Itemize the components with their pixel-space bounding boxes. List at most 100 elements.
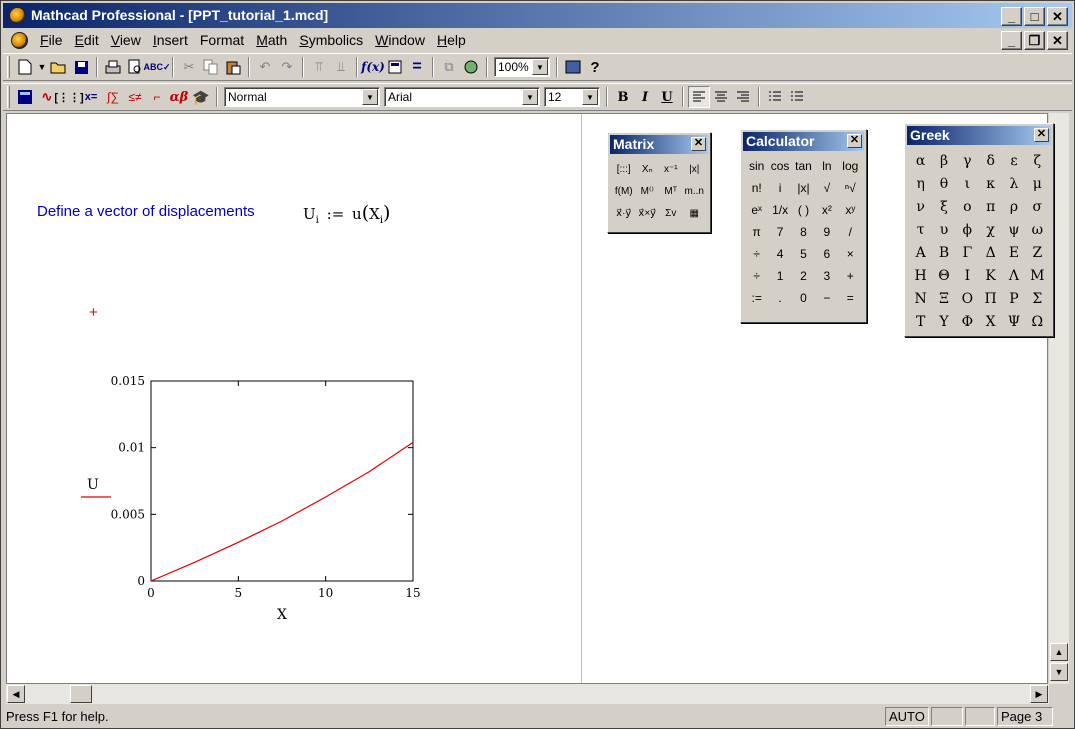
scroll-right-icon[interactable]: ▶	[1030, 685, 1048, 703]
calculator-op-button-22[interactable]: 5	[792, 243, 815, 265]
greek-letter-button-31[interactable]: Θ	[932, 264, 955, 287]
definition-equation[interactable]: Ui := u(Xi)	[303, 202, 390, 226]
calculator-op-button-3[interactable]: ln	[815, 155, 838, 177]
menu-math[interactable]: Math	[250, 30, 293, 50]
horizontal-scroll-thumb[interactable]	[70, 685, 92, 703]
calculus-palette-icon[interactable]: ∫∑	[102, 86, 124, 108]
calculator-op-button-24[interactable]: ×	[839, 243, 862, 265]
numbered-list-icon[interactable]	[786, 86, 808, 108]
calculator-palette-icon[interactable]	[14, 86, 36, 108]
greek-letter-button-4[interactable]: ε	[1002, 149, 1025, 172]
bold-button[interactable]: B	[612, 86, 634, 108]
greek-letter-button-11[interactable]: μ	[1026, 172, 1049, 195]
greek-palette-title[interactable]: Greek ✕	[907, 126, 1051, 145]
greek-palette[interactable]: Greek ✕ αβγδεζ ηθικλμ νξοπρσ τυϕχψω ΑΒΓΔΕΖ ΗΘΙ…	[904, 123, 1054, 337]
menu-format[interactable]: Format	[194, 30, 250, 50]
close-icon[interactable]: ✕	[847, 134, 862, 148]
calculator-op-button-26[interactable]: 1	[768, 265, 791, 287]
spell-check-icon[interactable]: ABC✓	[143, 56, 170, 78]
matrix-op-button-5[interactable]: M⁽⁾	[636, 180, 660, 202]
calculator-op-button-32[interactable]: 0	[792, 287, 815, 309]
greek-letter-button-14[interactable]: ο	[956, 195, 979, 218]
insert-function-icon[interactable]: f(x)	[361, 56, 385, 78]
calculator-op-button-0[interactable]: sin	[745, 155, 768, 177]
mathcad-app-icon[interactable]	[9, 7, 26, 24]
align-down-icon[interactable]: ⫫	[330, 56, 352, 78]
menu-help[interactable]: Help	[431, 30, 472, 50]
greek-letter-button-7[interactable]: θ	[932, 172, 955, 195]
greek-letter-button-26[interactable]: Γ	[956, 241, 979, 264]
open-icon[interactable]	[48, 56, 70, 78]
calculator-op-button-19[interactable]: /	[839, 221, 862, 243]
matrix-op-button-10[interactable]: Σv	[659, 202, 683, 224]
print-icon[interactable]	[102, 56, 124, 78]
matrix-op-button-6[interactable]: Mᵀ	[659, 180, 683, 202]
menu-symbolics[interactable]: Symbolics	[293, 30, 369, 50]
calculator-op-button-1[interactable]: cos	[768, 155, 791, 177]
zoom-select[interactable]: 100% ▼	[494, 57, 550, 77]
menu-view[interactable]: View	[105, 30, 147, 50]
new-dropdown-icon[interactable]: ▼	[36, 56, 48, 78]
cut-icon[interactable]: ✂	[178, 56, 200, 78]
greek-letter-button-28[interactable]: Ε	[1002, 241, 1025, 264]
calculator-op-button-5[interactable]: n!	[745, 177, 768, 199]
symbolic-palette-icon[interactable]: 🎓	[190, 86, 212, 108]
greek-letter-button-45[interactable]: Χ	[979, 310, 1002, 333]
matrix-op-button-8[interactable]: x⃗·y⃗	[612, 202, 636, 224]
calculator-op-button-14[interactable]: xʸ	[839, 199, 862, 221]
close-icon[interactable]: ✕	[691, 137, 706, 151]
greek-letter-button-39[interactable]: Π	[979, 287, 1002, 310]
greek-letter-button-41[interactable]: Σ	[1026, 287, 1049, 310]
evaluation-palette-icon[interactable]: x=	[80, 86, 102, 108]
calculator-op-button-27[interactable]: 2	[792, 265, 815, 287]
text-region[interactable]: Define a vector of displacements	[37, 203, 255, 220]
greek-letter-button-42[interactable]: Τ	[909, 310, 932, 333]
matrix-palette[interactable]: Matrix ✕ [:::] Xₙ x⁻¹ |x| f(M) M⁽⁾ Mᵀ m..n x⃗·y⃗ x…	[607, 132, 711, 233]
menu-file[interactable]: File	[34, 30, 69, 50]
calculator-op-button-34[interactable]: =	[839, 287, 862, 309]
greek-letter-button-23[interactable]: ω	[1026, 218, 1049, 241]
paste-icon[interactable]	[222, 56, 244, 78]
maximize-button[interactable]: □	[1024, 7, 1045, 26]
greek-letter-button-32[interactable]: Ι	[956, 264, 979, 287]
resource-center-icon[interactable]	[562, 56, 584, 78]
greek-letter-button-44[interactable]: Φ	[956, 310, 979, 333]
align-center-icon[interactable]	[710, 86, 732, 108]
doc-minimize-button[interactable]: _	[1001, 31, 1022, 50]
calculator-op-button-10[interactable]: eˣ	[745, 199, 768, 221]
greek-letter-button-15[interactable]: π	[979, 195, 1002, 218]
calculator-op-button-28[interactable]: 3	[815, 265, 838, 287]
calculator-op-button-9[interactable]: ⁿ√	[839, 177, 862, 199]
italic-button[interactable]: I	[634, 86, 656, 108]
greek-letter-button-9[interactable]: κ	[979, 172, 1002, 195]
help-icon[interactable]: ?	[584, 56, 606, 78]
chevron-down-icon[interactable]: ▼	[522, 89, 538, 105]
greek-palette-icon[interactable]: αβ	[168, 86, 190, 108]
greek-letter-button-20[interactable]: ϕ	[956, 218, 979, 241]
calculator-op-button-4[interactable]: log	[839, 155, 862, 177]
greek-letter-button-36[interactable]: Ν	[909, 287, 932, 310]
greek-letter-button-33[interactable]: Κ	[979, 264, 1002, 287]
horizontal-scrollbar[interactable]: ◀ ▶	[6, 684, 1049, 704]
greek-letter-button-27[interactable]: Δ	[979, 241, 1002, 264]
matrix-palette-icon[interactable]: [⋮⋮]	[54, 86, 83, 108]
calculator-op-button-18[interactable]: 9	[815, 221, 838, 243]
minimize-button[interactable]: _	[1001, 7, 1022, 26]
calculator-op-button-16[interactable]: 7	[768, 221, 791, 243]
insert-component-icon[interactable]: ⧉	[438, 56, 460, 78]
copy-icon[interactable]	[200, 56, 222, 78]
calculator-op-button-23[interactable]: 6	[815, 243, 838, 265]
insert-unit-icon[interactable]	[384, 56, 406, 78]
doc-close-button[interactable]: ✕	[1047, 31, 1068, 50]
close-button[interactable]: ✕	[1047, 7, 1068, 26]
chevron-down-icon[interactable]: ▼	[582, 89, 598, 105]
greek-letter-button-19[interactable]: υ	[932, 218, 955, 241]
calculator-op-button-31[interactable]: .	[768, 287, 791, 309]
greek-letter-button-10[interactable]: λ	[1002, 172, 1025, 195]
calculator-op-button-2[interactable]: tan	[792, 155, 815, 177]
menu-window[interactable]: Window	[369, 30, 431, 50]
greek-letter-button-46[interactable]: Ψ	[1002, 310, 1025, 333]
greek-letter-button-34[interactable]: Λ	[1002, 264, 1025, 287]
calculator-op-button-30[interactable]: :=	[745, 287, 768, 309]
calculator-op-button-29[interactable]: +	[839, 265, 862, 287]
